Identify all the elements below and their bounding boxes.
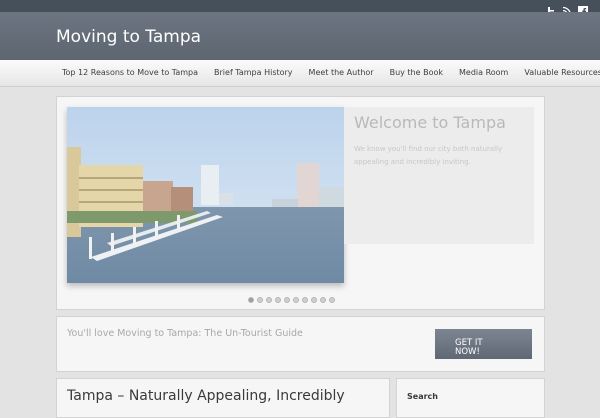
nav-item-brief-history[interactable]: Brief Tampa History bbox=[206, 60, 301, 86]
twitter-icon[interactable] bbox=[546, 1, 556, 15]
slider-dot[interactable] bbox=[248, 297, 254, 303]
slider-dot[interactable] bbox=[329, 297, 335, 303]
facebook-icon[interactable] bbox=[578, 1, 588, 16]
slider-dot[interactable] bbox=[311, 297, 317, 303]
featured-slider: Welcome to Tampa We know you'll find our… bbox=[56, 96, 545, 310]
slider-dot[interactable] bbox=[275, 297, 281, 303]
nav-item-meet-author[interactable]: Meet the Author bbox=[301, 60, 382, 86]
top-bar bbox=[0, 0, 600, 16]
slide-image[interactable] bbox=[67, 107, 344, 283]
nav-item-top-12-reasons[interactable]: Top 12 Reasons to Move to Tampa bbox=[54, 60, 206, 86]
get-it-now-button[interactable]: GET IT NOW! bbox=[435, 329, 532, 359]
slider-dot[interactable] bbox=[284, 297, 290, 303]
slide-caption: Welcome to Tampa We know you'll find our… bbox=[344, 107, 534, 244]
slide-text: We know you'll find our city both natura… bbox=[354, 145, 503, 166]
nav-item-buy-book[interactable]: Buy the Book bbox=[382, 60, 451, 86]
site-header: Moving to Tampa bbox=[0, 12, 600, 60]
nav-item-valuable-resources[interactable]: Valuable Resources bbox=[516, 60, 600, 86]
post-title[interactable]: Tampa – Naturally Appealing, Incredibly bbox=[67, 388, 345, 404]
slider-dot[interactable] bbox=[266, 297, 272, 303]
button-line-2: NOW! bbox=[455, 346, 480, 357]
slider-dot[interactable] bbox=[302, 297, 308, 303]
rss-icon[interactable] bbox=[562, 1, 572, 16]
post-panel: Tampa – Naturally Appealing, Incredibly bbox=[56, 378, 390, 418]
slider-pagination bbox=[248, 297, 335, 303]
search-widget: Search bbox=[396, 378, 545, 418]
slider-dot[interactable] bbox=[257, 297, 263, 303]
slide-title: Welcome to Tampa bbox=[354, 113, 506, 132]
slider-dot[interactable] bbox=[320, 297, 326, 303]
site-title[interactable]: Moving to Tampa bbox=[56, 27, 201, 47]
book-promo: You'll love Moving to Tampa: The Un-Tour… bbox=[56, 316, 545, 372]
slider-dot[interactable] bbox=[293, 297, 299, 303]
social-links bbox=[546, 1, 588, 16]
nav-item-media-room[interactable]: Media Room bbox=[451, 60, 516, 86]
promo-text: You'll love Moving to Tampa: The Un-Tour… bbox=[67, 328, 303, 339]
main-nav: Top 12 Reasons to Move to Tampa Brief Ta… bbox=[0, 60, 600, 87]
